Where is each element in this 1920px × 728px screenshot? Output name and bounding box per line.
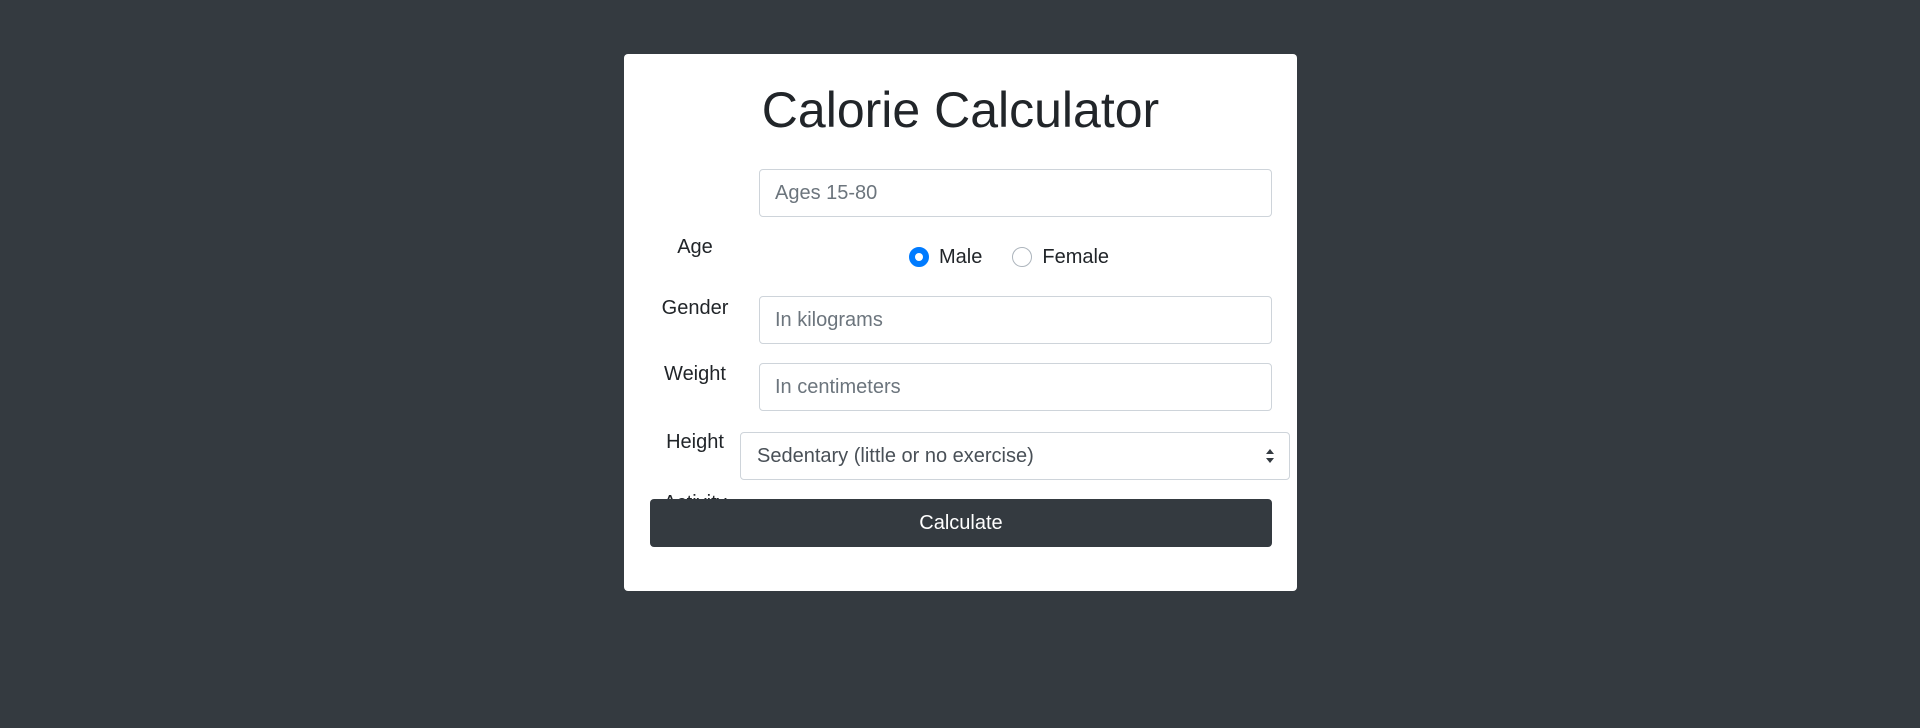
weight-input[interactable] — [759, 296, 1272, 344]
calculate-button[interactable]: Calculate — [650, 499, 1272, 547]
gender-radio-group: Male Female — [909, 240, 1109, 274]
activity-select[interactable]: Sedentary (little or no exercise) — [740, 432, 1290, 480]
calculator-card: Calorie Calculator Age Gender Male Femal… — [624, 54, 1297, 591]
page-title: Calorie Calculator — [761, 82, 1160, 138]
male-radio[interactable] — [909, 247, 929, 267]
activity-selected-value: Sedentary (little or no exercise) — [757, 444, 1034, 467]
height-label: Height — [666, 431, 724, 453]
male-radio-label: Male — [939, 245, 983, 268]
gender-option-female[interactable]: Female — [1012, 246, 1109, 269]
height-input[interactable] — [759, 363, 1272, 411]
age-input[interactable] — [759, 169, 1272, 217]
age-label: Age — [677, 236, 713, 258]
female-radio[interactable] — [1012, 247, 1033, 267]
select-arrows-icon — [1266, 449, 1274, 463]
female-radio-label: Female — [1042, 245, 1110, 268]
gender-label: Gender — [661, 297, 729, 319]
gender-option-male[interactable]: Male — [909, 246, 982, 269]
weight-label: Weight — [664, 363, 726, 385]
